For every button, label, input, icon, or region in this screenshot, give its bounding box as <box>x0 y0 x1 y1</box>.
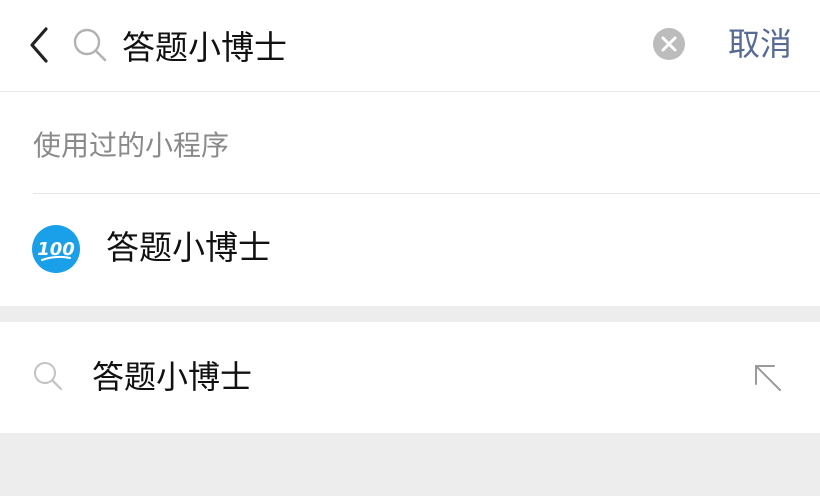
score-100-icon: 100 <box>37 239 75 261</box>
search-suggestion-row[interactable]: 答题小博士 <box>0 322 820 433</box>
search-icon <box>34 362 63 391</box>
mini-program-name: 答题小博士 <box>106 228 271 267</box>
mini-program-logo: 100 <box>32 225 80 273</box>
cancel-button[interactable]: 取消 <box>728 22 792 66</box>
mini-program-item[interactable]: 100 答题小博士 <box>0 194 820 306</box>
search-input[interactable] <box>122 20 622 70</box>
search-header: 取消 <box>0 0 820 91</box>
clear-input-icon[interactable] <box>652 27 686 61</box>
section-title: 使用过的小程序 <box>33 129 230 162</box>
back-arrow-icon <box>30 27 48 63</box>
suggestion-text: 答题小博士 <box>92 358 253 396</box>
fill-arrow-icon[interactable] <box>752 362 784 394</box>
search-icon <box>73 28 107 62</box>
used-mini-programs-section: 使用过的小程序 100 答题小博士 <box>0 92 820 306</box>
back-button[interactable] <box>24 25 54 65</box>
